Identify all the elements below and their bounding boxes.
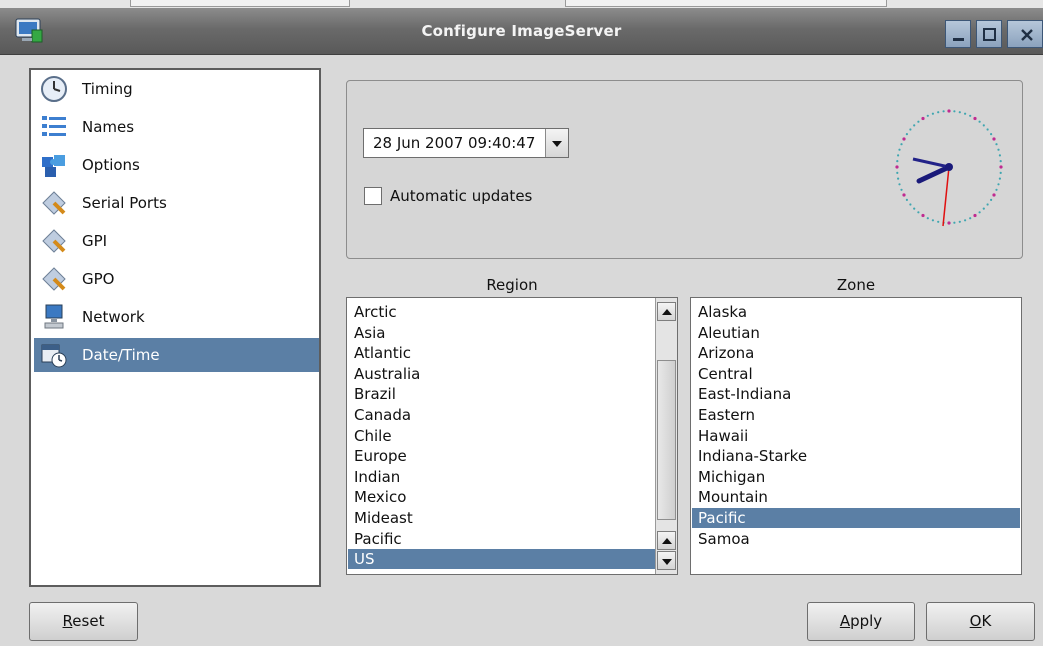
apply-button[interactable]: Apply xyxy=(807,602,915,641)
list-item[interactable]: Mountain xyxy=(692,487,1020,507)
chevron-down-icon xyxy=(662,559,672,565)
region-header: Region xyxy=(486,276,538,294)
nav-item-label: Network xyxy=(82,308,145,326)
plug-icon xyxy=(42,267,66,291)
list-item[interactable]: Atlantic xyxy=(348,343,656,363)
nav-item-label: Serial Ports xyxy=(82,194,167,212)
calendar-clock-icon xyxy=(41,344,67,368)
nav-item-serial-ports[interactable]: Serial Ports xyxy=(34,186,319,220)
background-window-strip xyxy=(0,0,1043,8)
date-time-dropdown-button[interactable] xyxy=(545,129,568,157)
list-item[interactable]: Pacific xyxy=(348,529,656,549)
list-item[interactable]: Indiana-Starke xyxy=(692,446,1020,466)
list-item[interactable]: Brazil xyxy=(348,384,656,404)
chevron-up-icon xyxy=(662,538,672,544)
configure-window: Configure ImageServer Timing Names Optio… xyxy=(0,8,1043,646)
list-item[interactable]: Hawaii xyxy=(692,426,1020,446)
list-item[interactable]: Alaska xyxy=(692,302,1020,322)
date-time-panel: 28 Jun 2007 09:40:47 Automatic updates xyxy=(346,80,1023,259)
ok-button[interactable]: OK xyxy=(926,602,1035,641)
nav-item-label: GPO xyxy=(82,270,115,288)
date-time-field[interactable]: 28 Jun 2007 09:40:47 xyxy=(363,128,569,158)
nav-item-timing[interactable]: Timing xyxy=(34,72,319,106)
nav-item-network[interactable]: Network xyxy=(34,300,319,334)
maximize-button[interactable] xyxy=(976,20,1002,48)
chevron-up-icon xyxy=(662,309,672,315)
settings-nav-list[interactable]: Timing Names Options Serial Ports GPI GP… xyxy=(29,68,321,587)
nav-item-gpo[interactable]: GPO xyxy=(34,262,319,296)
list-item[interactable]: Samoa xyxy=(692,529,1020,549)
nav-item-label: Timing xyxy=(82,80,133,98)
list-item[interactable]: Arctic xyxy=(348,302,656,322)
plug-icon xyxy=(42,191,66,215)
clock-icon xyxy=(41,76,67,102)
chevron-down-icon xyxy=(552,141,562,147)
title-bar[interactable]: Configure ImageServer xyxy=(0,8,1043,55)
list-item[interactable]: Chile xyxy=(348,426,656,446)
region-list[interactable]: Arctic Asia Atlantic Australia Brazil Canada C… xyxy=(346,297,678,575)
zone-header: Zone xyxy=(836,276,876,294)
list-item[interactable]: US xyxy=(348,549,656,570)
list-item[interactable]: Canada xyxy=(348,405,656,425)
minimize-icon xyxy=(953,38,964,41)
scroll-up-button[interactable] xyxy=(657,302,676,321)
list-item[interactable]: Central xyxy=(692,364,1020,384)
zone-list[interactable]: Alaska Aleutian Arizona Central East-Indiana… xyxy=(690,297,1022,575)
list-item[interactable]: Asia xyxy=(348,323,656,343)
close-button[interactable] xyxy=(1007,20,1043,48)
date-time-value[interactable]: 28 Jun 2007 09:40:47 xyxy=(373,134,535,152)
scroll-down-button[interactable] xyxy=(657,551,676,570)
automatic-updates-label[interactable]: Automatic updates xyxy=(390,187,532,205)
reset-button[interactable]: Reset xyxy=(29,602,138,641)
list-item[interactable]: Mideast xyxy=(348,508,656,528)
close-icon xyxy=(1021,29,1033,41)
scroll-up-button-lower[interactable] xyxy=(657,531,676,550)
list-item[interactable]: Australia xyxy=(348,364,656,384)
region-scrollbar[interactable] xyxy=(655,298,677,574)
nav-item-label: GPI xyxy=(82,232,108,250)
list-item[interactable]: Eastern xyxy=(692,405,1020,425)
nav-item-gpi[interactable]: GPI xyxy=(34,224,319,258)
list-item[interactable]: Michigan xyxy=(692,467,1020,487)
scroll-thumb[interactable] xyxy=(657,360,676,520)
nav-item-label: Date/Time xyxy=(82,346,160,364)
maximize-icon xyxy=(983,28,996,41)
list-item[interactable]: Aleutian xyxy=(692,323,1020,343)
computer-icon xyxy=(44,304,64,329)
nav-item-date-time[interactable]: Date/Time xyxy=(34,338,319,372)
list-item[interactable]: East-Indiana xyxy=(692,384,1020,404)
automatic-updates-checkbox[interactable] xyxy=(364,187,382,205)
nav-item-options[interactable]: Options xyxy=(34,148,319,182)
list-item[interactable]: Arizona xyxy=(692,343,1020,363)
nav-item-names[interactable]: Names xyxy=(34,110,319,144)
list-item[interactable]: Mexico xyxy=(348,487,656,507)
minimize-button[interactable] xyxy=(945,20,971,48)
plug-icon xyxy=(42,229,66,253)
analog-clock xyxy=(895,109,1003,227)
list-item[interactable]: Indian xyxy=(348,467,656,487)
nav-item-label: Names xyxy=(82,118,135,136)
puzzle-icon xyxy=(42,155,65,177)
list-item[interactable]: Pacific xyxy=(692,508,1020,528)
nav-item-label: Options xyxy=(82,156,140,174)
list-item[interactable]: Europe xyxy=(348,446,656,466)
window-title: Configure ImageServer xyxy=(421,22,622,40)
list-icon xyxy=(42,116,66,136)
